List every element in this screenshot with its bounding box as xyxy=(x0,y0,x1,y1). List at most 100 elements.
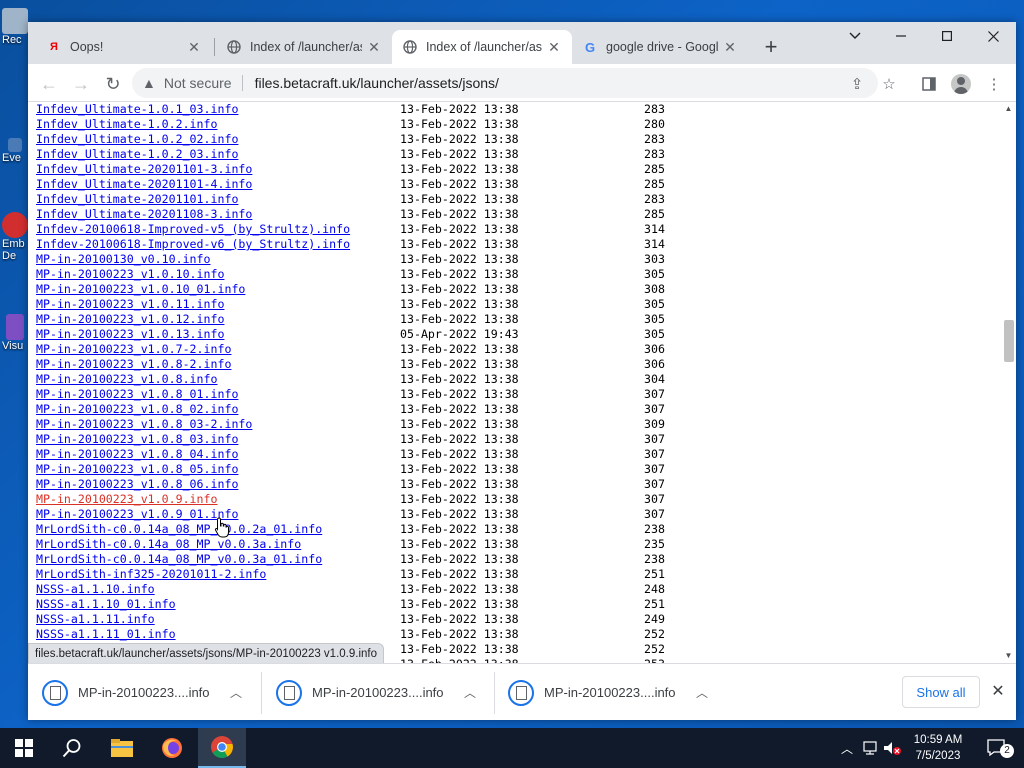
tab-index-1[interactable]: Index of /launcher/as ✕ xyxy=(216,30,392,64)
file-link[interactable]: MP-in-20100223_v1.0.12.info xyxy=(36,312,224,327)
taskbar-clock[interactable]: 10:59 AM 7/5/2023 xyxy=(900,732,976,764)
file-link[interactable]: NSSS-a1.1.10_01.info xyxy=(36,597,176,612)
file-link[interactable]: MP-in-20100223_v1.0.10.info xyxy=(36,267,224,282)
menu-button[interactable]: ⋮ xyxy=(981,71,1007,97)
start-button[interactable] xyxy=(0,728,48,768)
file-link[interactable]: MP-in-20100223_v1.0.8_03.info xyxy=(36,432,238,447)
scroll-down-icon[interactable]: ▼ xyxy=(1004,651,1013,660)
file-link[interactable]: MP-in-20100223_v1.0.10_01.info xyxy=(36,282,245,297)
file-link[interactable]: Infdev_Ultimate-1.0.1_03.info xyxy=(36,102,238,117)
back-button[interactable]: ← xyxy=(36,71,62,97)
file-link[interactable]: MP-in-20100223_v1.0.11.info xyxy=(36,297,224,312)
file-link[interactable]: MP-in-20100223_v1.0.8.info xyxy=(36,372,217,387)
file-link[interactable]: Infdev_Ultimate-20201101-3.info xyxy=(36,162,252,177)
file-link[interactable]: MrLordSith-c0.0.14a_08_MP_v0.0.3a.info xyxy=(36,537,301,552)
file-link[interactable]: Infdev_Ultimate-1.0.2_03.info xyxy=(36,147,238,162)
url-text[interactable]: files.betacraft.uk/launcher/assets/jsons… xyxy=(255,75,499,91)
taskbar-chrome[interactable] xyxy=(198,728,246,768)
taskbar-file-explorer[interactable] xyxy=(98,728,146,768)
scroll-up-icon[interactable]: ▲ xyxy=(1004,104,1013,113)
file-link[interactable]: MP-in-20100223_v1.0.8_02.info xyxy=(36,402,238,417)
file-link[interactable]: MP-in-20100223_v1.0.8_03-2.info xyxy=(36,417,252,432)
tab-title: google drive - Googl xyxy=(606,40,718,54)
minimize-button[interactable] xyxy=(878,22,924,50)
clock-time: 10:59 AM xyxy=(913,734,963,746)
address-bar[interactable]: ▲ Not secure files.betacraft.uk/launcher… xyxy=(132,68,878,98)
action-center-button[interactable]: 2 xyxy=(980,728,1016,768)
file-link[interactable]: Infdev-20100618-Improved-v5_(by_Strultz)… xyxy=(36,222,350,237)
file-link[interactable]: MP-in-20100223_v1.0.8-2.info xyxy=(36,357,231,372)
download-item[interactable]: MP-in-20100223....info ︿ xyxy=(262,664,476,720)
address-divider xyxy=(241,75,243,91)
file-link[interactable]: MrLordSith-inf325-20201011-2.info xyxy=(36,567,266,582)
clock-date: 7/5/2023 xyxy=(915,750,961,762)
bookmark-button[interactable]: ☆ xyxy=(876,71,902,97)
file-link[interactable]: MP-in-20100223_v1.0.8_05.info xyxy=(36,462,238,477)
close-tab-icon[interactable]: ✕ xyxy=(722,39,738,55)
profile-button[interactable] xyxy=(948,71,974,97)
desktop-icon-visual-studio[interactable]: Visu xyxy=(2,314,28,352)
volume-button[interactable] xyxy=(882,728,902,768)
file-link[interactable]: Infdev-20100618-Improved-v6_(by_Strultz)… xyxy=(36,237,350,252)
maximize-icon xyxy=(942,31,952,41)
show-all-button[interactable]: Show all xyxy=(902,676,980,708)
file-size: 304 xyxy=(644,372,665,386)
tab-oops[interactable]: Я Oops! ✕ xyxy=(36,30,212,64)
file-link[interactable]: Infdev_Ultimate-20201108-3.info xyxy=(36,207,252,222)
tab-index-active[interactable]: Index of /launcher/as ✕ xyxy=(392,30,572,64)
warning-triangle-icon[interactable]: ▲ xyxy=(142,75,156,91)
download-item[interactable]: MP-in-20100223....info ︿ xyxy=(28,664,242,720)
taskbar-firefox[interactable] xyxy=(148,728,196,768)
file-link[interactable]: MP-in-20100223_v1.0.9_01.info xyxy=(36,507,238,522)
chevron-up-icon[interactable]: ︿ xyxy=(230,684,242,701)
chevron-up-icon[interactable]: ︿ xyxy=(696,684,708,701)
search-button[interactable] xyxy=(48,728,96,768)
file-link[interactable]: Infdev_Ultimate-20201101-4.info xyxy=(36,177,252,192)
file-link[interactable]: MrLordSith-c0.0.14a_08_MP_v0.0.2a_01.inf… xyxy=(36,522,322,537)
file-link[interactable]: MP-in-20100223_v1.0.7-2.info xyxy=(36,342,231,357)
file-link[interactable]: NSSS-a1.1.11_01.info xyxy=(36,627,176,642)
chevron-up-icon[interactable]: ︿ xyxy=(464,684,476,701)
tab-google-drive[interactable]: G google drive - Googl ✕ xyxy=(572,30,748,64)
file-link[interactable]: NSSS-a1.1.11.info xyxy=(36,612,155,627)
file-link[interactable]: Infdev_Ultimate-1.0.2_02.info xyxy=(36,132,238,147)
file-icon xyxy=(42,679,68,706)
file-link[interactable]: MP-in-20100223_v1.0.8_06.info xyxy=(36,477,238,492)
file-link[interactable]: NSSS-a1.1.10.info xyxy=(36,582,155,597)
close-tab-icon[interactable]: ✕ xyxy=(366,39,382,55)
close-window-button[interactable] xyxy=(970,22,1016,50)
desktop-icon-embarcadero[interactable]: Emb De xyxy=(2,212,28,262)
share-button[interactable]: ⇪ xyxy=(844,71,870,97)
file-link[interactable]: MP-in-20100223_v1.0.8_01.info xyxy=(36,387,238,402)
close-tab-icon[interactable]: ✕ xyxy=(546,39,562,55)
file-link[interactable]: MP-in-20100130_v0.10.info xyxy=(36,252,211,267)
yandex-icon: Я xyxy=(50,41,58,53)
file-link[interactable]: MP-in-20100223_v1.0.8_04.info xyxy=(36,447,238,462)
maximize-button[interactable] xyxy=(924,22,970,50)
side-panel-button[interactable] xyxy=(916,71,942,97)
download-item[interactable]: MP-in-20100223....info ︿ xyxy=(494,664,708,720)
not-secure-label[interactable]: Not secure xyxy=(164,75,232,91)
close-shelf-icon[interactable]: ✕ xyxy=(988,681,1008,701)
file-link[interactable]: Infdev_Ultimate-20201101.info xyxy=(36,192,238,207)
reload-icon: ↻ xyxy=(105,73,121,94)
desktop-icon-event[interactable]: Eve xyxy=(2,138,28,164)
file-size: 305 xyxy=(644,312,665,326)
tray-overflow-button[interactable]: ︿ xyxy=(838,728,856,768)
file-link[interactable]: MrLordSith-c0.0.14a_08_MP_v0.0.3a_01.inf… xyxy=(36,552,322,567)
file-link[interactable]: Infdev_Ultimate-1.0.2.info xyxy=(36,117,217,132)
file-size: 303 xyxy=(644,252,665,266)
file-date: 13-Feb-2022 13:38 xyxy=(400,252,519,266)
scrollbar-thumb[interactable] xyxy=(1004,320,1014,362)
desktop-icon-recycle-bin[interactable]: Rec xyxy=(2,8,28,46)
tab-search-button[interactable] xyxy=(832,22,878,50)
reload-button[interactable]: ↻ xyxy=(100,71,126,97)
scrollbar[interactable]: ▲ ▼ xyxy=(1001,102,1016,663)
file-link[interactable]: MP-in-20100223_v1.0.13.info xyxy=(36,327,224,342)
chevron-up-icon: ︿ xyxy=(840,741,853,756)
forward-button[interactable]: → xyxy=(68,71,94,97)
close-tab-icon[interactable]: ✕ xyxy=(186,39,202,55)
network-button[interactable] xyxy=(860,728,882,768)
file-link[interactable]: MP-in-20100223_v1.0.9.info xyxy=(36,492,217,507)
new-tab-button[interactable]: + xyxy=(758,34,784,60)
